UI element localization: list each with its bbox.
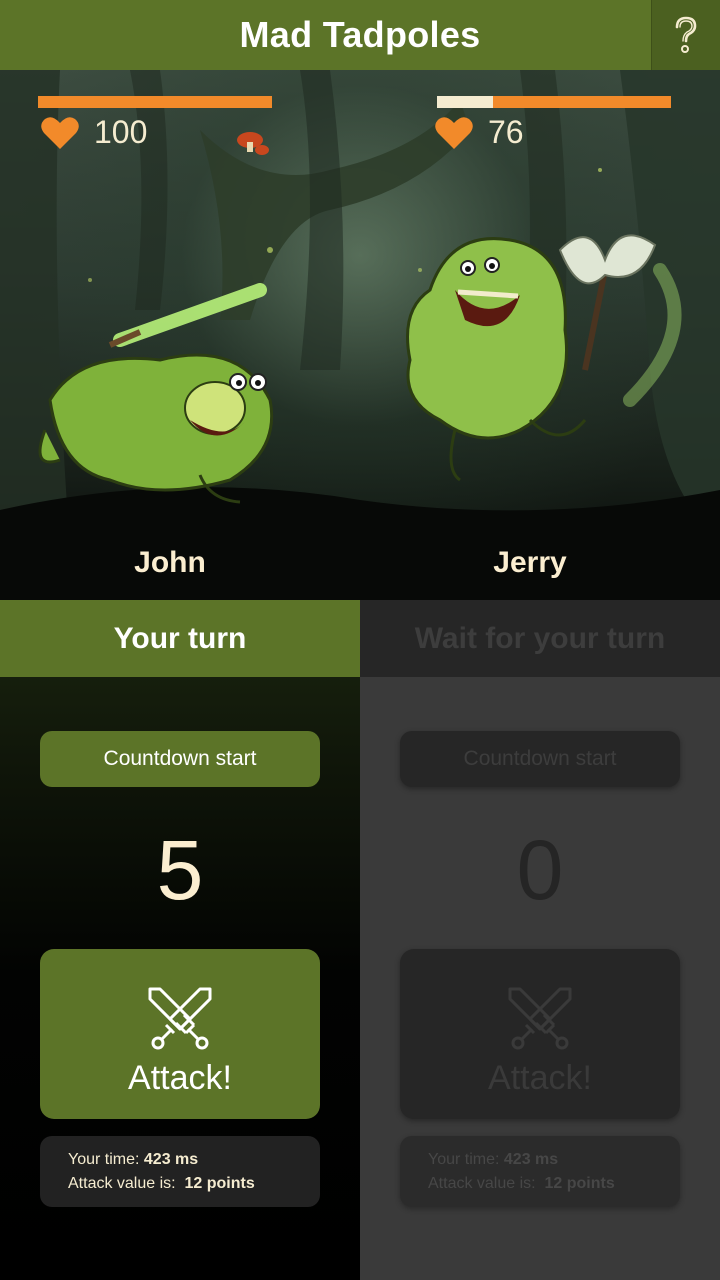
- jerry-health-lost: [437, 96, 494, 108]
- time-row: Your time: 423 ms: [428, 1148, 680, 1172]
- countdown-start-button[interactable]: Countdown start: [400, 731, 680, 787]
- attack-value-label: Attack value is:: [428, 1175, 536, 1192]
- jerry-hp-display: 76: [434, 114, 524, 151]
- john-control-panel: Your turn Countdown start 5 Attack! Your…: [0, 600, 360, 1280]
- time-value: 423 ms: [503, 1151, 559, 1168]
- attack-button[interactable]: Attack!: [40, 949, 320, 1119]
- app-header: Mad Tadpoles: [0, 0, 720, 70]
- crossed-swords-icon: [508, 987, 572, 1050]
- countdown-counter: 0: [516, 823, 564, 917]
- app-title: Mad Tadpoles: [239, 14, 481, 55]
- attack-button-label: Attack!: [128, 1059, 232, 1097]
- jerry-hp-value: 76: [488, 114, 524, 150]
- time-label: Your time:: [68, 1151, 140, 1168]
- question-mark-icon: [675, 16, 697, 53]
- heart-icon: [41, 116, 79, 149]
- attack-value-row: Attack value is: 12 points: [428, 1172, 680, 1196]
- turn-status-header: Wait for your turn: [360, 600, 720, 677]
- john-health-bar: [38, 96, 272, 108]
- attack-value: 12 points: [544, 1175, 615, 1192]
- jerry-control-panel: Wait for your turn Countdown start 0 Att…: [360, 600, 720, 1280]
- heart-icon: [435, 116, 473, 149]
- attack-button-label: Attack!: [488, 1059, 592, 1097]
- john-name-label: John: [134, 546, 206, 579]
- attack-value-row: Attack value is: 12 points: [68, 1172, 320, 1196]
- john-hp-display: 100: [40, 114, 147, 151]
- attack-stats-box: Your time: 423 ms Attack value is: 12 po…: [400, 1136, 680, 1207]
- jerry-tadpole-character: [406, 234, 657, 482]
- jerry-health-bar: [437, 96, 671, 108]
- time-value: 423 ms: [143, 1151, 199, 1168]
- attack-value-label: Attack value is:: [68, 1175, 176, 1192]
- time-label: Your time:: [428, 1151, 500, 1168]
- attack-value: 12 points: [184, 1175, 255, 1192]
- john-tadpole-character: [38, 283, 274, 504]
- attack-button[interactable]: Attack!: [400, 949, 680, 1119]
- attack-stats-box: Your time: 423 ms Attack value is: 12 po…: [40, 1136, 320, 1207]
- countdown-start-button[interactable]: Countdown start: [40, 731, 320, 787]
- crossed-swords-icon: [148, 987, 212, 1050]
- help-button[interactable]: [651, 0, 720, 70]
- turn-status-header: Your turn: [0, 600, 360, 677]
- battle-arena: 100 76 John Jerry: [0, 70, 720, 600]
- jerry-name-label: Jerry: [493, 546, 567, 579]
- countdown-counter: 5: [156, 823, 204, 917]
- time-row: Your time: 423 ms: [68, 1148, 320, 1172]
- john-hp-value: 100: [94, 114, 148, 150]
